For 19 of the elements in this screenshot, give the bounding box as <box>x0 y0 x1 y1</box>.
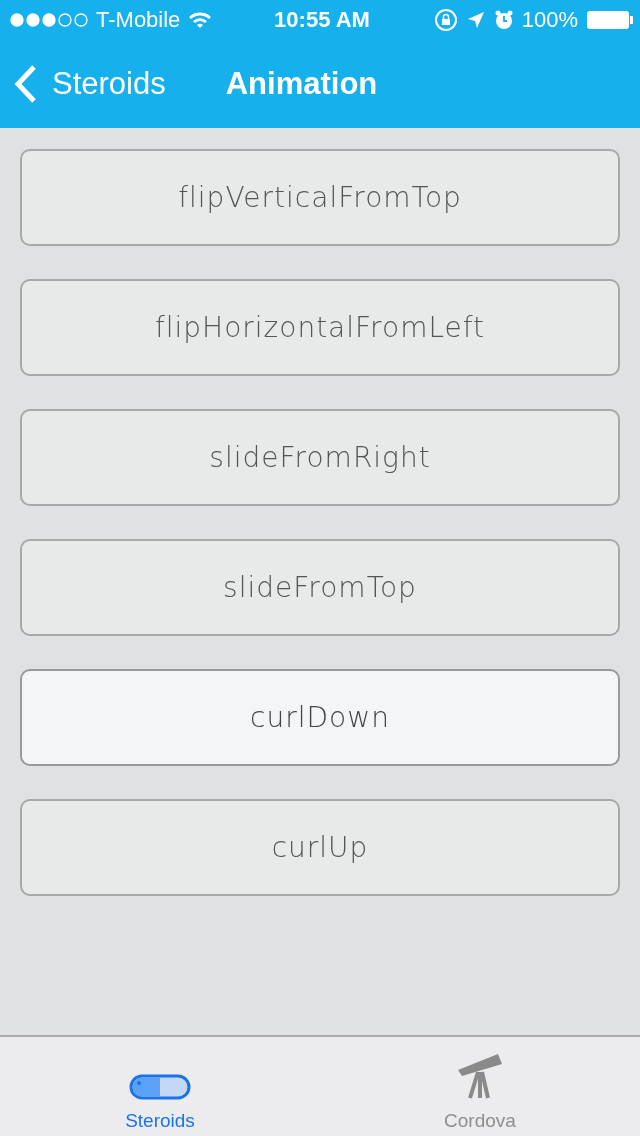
tab[interactable]: Steroids <box>0 1037 320 1136</box>
capsule-icon <box>129 1074 191 1100</box>
wifi-icon <box>188 11 213 29</box>
carrier: T-Mobile <box>96 7 181 33</box>
alarm-icon <box>493 10 514 30</box>
clock: 10:55 AM <box>274 7 370 33</box>
battery-icon <box>586 10 634 30</box>
battery-percent: 100% <box>521 7 578 33</box>
animation-button[interactable]: slideFromRight <box>20 409 620 506</box>
signal-icon <box>10 13 88 27</box>
rotation-lock-icon <box>433 8 458 32</box>
animation-button[interactable]: curlUp <box>20 799 620 896</box>
animation-button[interactable]: slideFromTop <box>20 539 620 636</box>
chevron-left-icon <box>14 64 38 104</box>
animation-button[interactable]: flipVerticalFromTop <box>20 149 620 246</box>
animation-button[interactable]: flipHorizontalFromLeft <box>20 279 620 376</box>
back-label: Steroids <box>52 66 166 102</box>
screen-title: Animation <box>225 66 378 102</box>
animation-button[interactable]: curlDown <box>20 669 620 766</box>
